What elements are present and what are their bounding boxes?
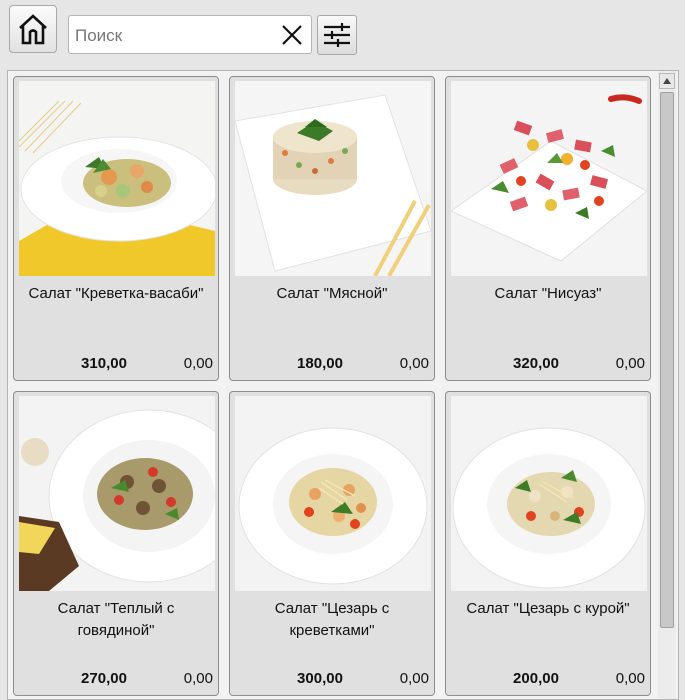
product-price: 180,00 [297,355,343,372]
product-name: Салат "Теплый с говядиной" [57,600,175,639]
product-price: 270,00 [81,670,127,687]
product-image [19,81,215,276]
vertical-scrollbar[interactable] [658,71,676,699]
product-quantity: 0,00 [399,355,429,372]
arrow-up-icon [663,78,671,84]
search-input[interactable] [73,20,277,51]
product-card[interactable]: Салат "Креветка-васаби" 310,00 0,00 [13,76,219,381]
close-icon [282,25,302,45]
product-grid: Салат "Креветка-васаби" 310,00 0,00 Сала… [13,76,658,696]
product-image [19,396,215,591]
product-price: 320,00 [513,355,559,372]
product-quantity: 0,00 [183,670,213,687]
product-name: Салат "Цезарь с креветками" [274,600,390,639]
product-price: 300,00 [297,670,343,687]
home-icon [19,14,47,45]
product-card[interactable]: Салат "Цезарь с креветками" 300,00 0,00 [229,391,435,696]
filter-button[interactable] [317,15,357,55]
product-quantity: 0,00 [399,670,429,687]
product-name: Салат "Нисуаз" [494,285,602,302]
product-quantity: 0,00 [183,355,213,372]
product-image [451,81,647,276]
home-button[interactable] [9,5,57,53]
product-image [451,396,647,591]
scroll-thumb[interactable] [660,92,674,628]
scroll-up-button[interactable] [659,73,675,89]
product-price: 310,00 [81,355,127,372]
product-quantity: 0,00 [615,670,645,687]
product-image [235,396,431,591]
product-quantity: 0,00 [615,355,645,372]
sliders-icon [324,23,350,47]
product-card[interactable]: Салат "Цезарь с курой" 200,00 0,00 [445,391,651,696]
product-image [235,81,431,276]
product-card[interactable]: Салат "Нисуаз" 320,00 0,00 [445,76,651,381]
clear-search-button[interactable] [279,22,305,48]
product-panel: Салат "Креветка-васаби" 310,00 0,00 Сала… [7,70,679,700]
product-name: Салат "Креветка-васаби" [28,285,204,302]
product-card[interactable]: Салат "Теплый с говядиной" 270,00 0,00 [13,391,219,696]
search-box [68,15,312,54]
product-name: Салат "Мясной" [276,285,388,302]
product-card[interactable]: Салат "Мясной" 180,00 0,00 [229,76,435,381]
product-name: Салат "Цезарь с курой" [466,600,630,617]
toolbar [0,0,685,66]
product-price: 200,00 [513,670,559,687]
